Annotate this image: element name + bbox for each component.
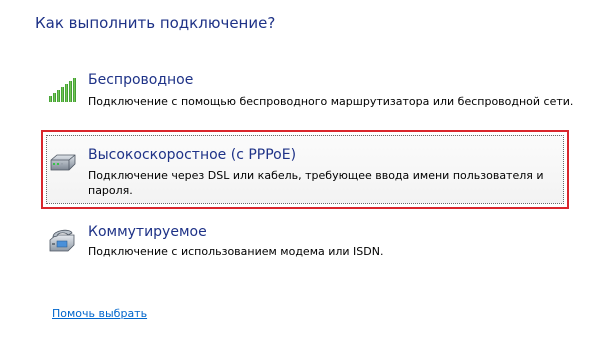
option-wireless[interactable]: Беспроводное Подключение с помощью беспр…: [46, 70, 574, 110]
help-choose-link[interactable]: Помочь выбрать: [52, 307, 147, 320]
option-dialup[interactable]: Коммутируемое Подключение с использовани…: [46, 222, 566, 262]
option-dialup-title: Коммутируемое: [88, 224, 207, 240]
option-dialup-description: Подключение с использованием модема или …: [88, 245, 384, 258]
option-broadband-description: Подключение через DSL или кабель, требую…: [88, 169, 544, 197]
option-wireless-description: Подключение с помощью беспроводного марш…: [88, 95, 574, 108]
option-wireless-title: Беспроводное: [88, 72, 194, 88]
dialup-modem-icon: [48, 226, 78, 252]
page-title: Как выполнить подключение?: [35, 14, 276, 32]
broadband-modem-icon: [48, 150, 78, 176]
option-broadband-title: Высокоскоростное (с PPPoE): [88, 147, 297, 163]
connection-type-page: Как выполнить подключение? Беспроводное …: [0, 0, 600, 338]
option-broadband-pppoe[interactable]: Высокоскоростное (с PPPoE) Подключение ч…: [46, 140, 566, 200]
wireless-signal-icon: [48, 76, 78, 102]
